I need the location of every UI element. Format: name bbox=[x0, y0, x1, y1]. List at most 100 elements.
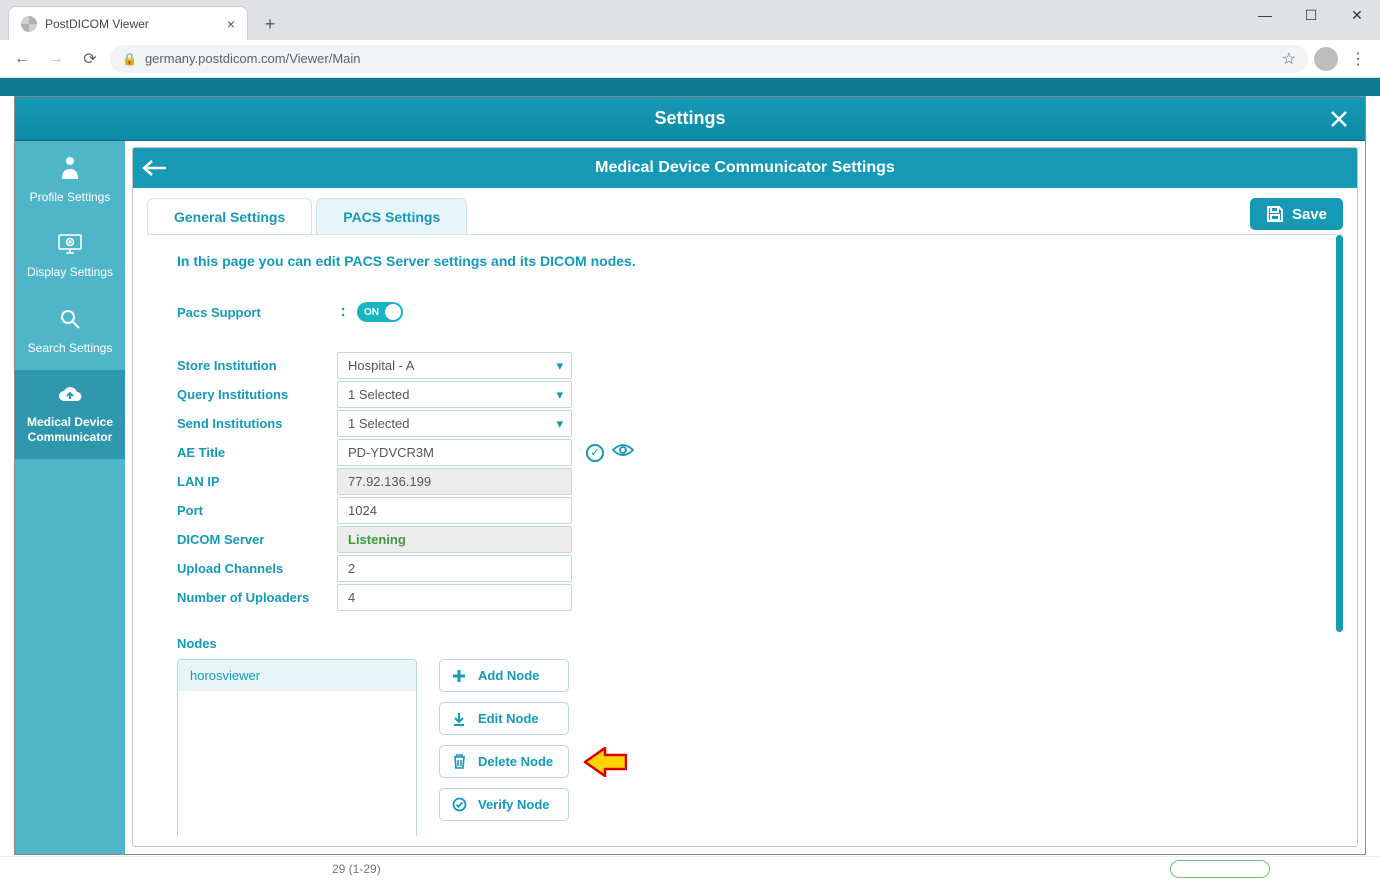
content-scrollbar[interactable] bbox=[1335, 235, 1343, 836]
field-label: Pacs Support bbox=[177, 305, 337, 320]
nodes-section: Nodes horosviewer Add Node bbox=[177, 636, 1303, 836]
button-label: Verify Node bbox=[478, 797, 550, 812]
panel-back-button[interactable] bbox=[133, 159, 177, 177]
tab-pacs-settings[interactable]: PACS Settings bbox=[316, 198, 467, 235]
browser-toolbar: ← → ⟳ 🔒 germany.postdicom.com/Viewer/Mai… bbox=[0, 40, 1380, 78]
ae-title-input[interactable]: PD-YDVCR3M bbox=[337, 439, 572, 466]
button-label: Delete Node bbox=[478, 754, 553, 769]
delete-node-button[interactable]: Delete Node bbox=[439, 745, 569, 778]
url-path: /Viewer/Main bbox=[286, 51, 361, 66]
forward-button[interactable]: → bbox=[42, 45, 70, 73]
field-label: Number of Uploaders bbox=[177, 590, 337, 605]
window-minimize-button[interactable]: — bbox=[1242, 0, 1288, 30]
browser-title-bar: PostDICOM Viewer × + — ☐ ✕ bbox=[0, 0, 1380, 40]
settings-modal-header: Settings bbox=[15, 97, 1365, 141]
bookmark-star-icon[interactable]: ☆ bbox=[1282, 49, 1296, 69]
new-tab-button[interactable]: + bbox=[256, 10, 284, 38]
panel-content: General Settings PACS Settings Save bbox=[133, 188, 1357, 846]
lan-ip-value: 77.92.136.199 bbox=[337, 468, 572, 495]
trash-icon bbox=[450, 754, 468, 769]
window-close-button[interactable]: ✕ bbox=[1334, 0, 1380, 30]
field-label: Port bbox=[177, 503, 337, 518]
settings-modal: Settings Profile Settings Display Settin… bbox=[14, 96, 1366, 855]
field-label: AE Title bbox=[177, 445, 337, 460]
person-icon bbox=[19, 155, 121, 186]
save-button[interactable]: Save bbox=[1250, 198, 1343, 230]
chevron-down-icon: ▾ bbox=[556, 387, 563, 403]
sidebar-item-search-settings[interactable]: Search Settings bbox=[15, 294, 125, 370]
settings-close-button[interactable] bbox=[1325, 105, 1353, 133]
store-institution-row: Store Institution Hospital - A ▾ bbox=[177, 351, 1303, 380]
pacs-support-toggle[interactable]: ON bbox=[357, 302, 403, 322]
sidebar-item-display-settings[interactable]: Display Settings bbox=[15, 219, 125, 295]
port-row: Port 1024 bbox=[177, 496, 1303, 525]
arrow-left-icon bbox=[142, 159, 168, 177]
query-institutions-select[interactable]: 1 Selected ▾ bbox=[337, 381, 572, 408]
button-label: Add Node bbox=[478, 668, 539, 683]
select-value: Hospital - A bbox=[348, 358, 414, 373]
tab-close-icon[interactable]: × bbox=[227, 16, 235, 32]
eye-icon[interactable] bbox=[612, 443, 634, 462]
scroll-content: In this page you can edit PACS Server se… bbox=[147, 235, 1333, 836]
sidebar-item-label: Display Settings bbox=[27, 265, 113, 279]
edit-node-button[interactable]: Edit Node bbox=[439, 702, 569, 735]
chevron-down-icon: ▾ bbox=[556, 358, 563, 374]
panel-title: Medical Device Communicator Settings bbox=[595, 159, 895, 177]
field-label: Upload Channels bbox=[177, 561, 337, 576]
input-value: 2 bbox=[348, 561, 355, 576]
pacs-support-row: Pacs Support : ON bbox=[177, 297, 1303, 327]
back-button[interactable]: ← bbox=[8, 45, 36, 73]
url-text: germany.postdicom.com/Viewer/Main bbox=[145, 51, 361, 66]
num-uploaders-input[interactable]: 4 bbox=[337, 584, 572, 611]
input-value: PD-YDVCR3M bbox=[348, 445, 434, 460]
sidebar-item-profile-settings[interactable]: Profile Settings bbox=[15, 141, 125, 219]
field-label: Store Institution bbox=[177, 358, 337, 373]
browser-menu-button[interactable]: ⋮ bbox=[1344, 45, 1372, 73]
item-count-text: 29 (1-29) bbox=[332, 862, 381, 876]
field-label: LAN IP bbox=[177, 474, 337, 489]
field-label: Send Institutions bbox=[177, 416, 337, 431]
tab-general-settings[interactable]: General Settings bbox=[147, 198, 312, 235]
panel-tabs: General Settings PACS Settings bbox=[147, 198, 471, 235]
toggle-knob bbox=[385, 304, 401, 320]
monitor-icon bbox=[19, 233, 121, 262]
node-item[interactable]: horosviewer bbox=[178, 660, 416, 691]
send-institutions-select[interactable]: 1 Selected ▾ bbox=[337, 410, 572, 437]
query-institutions-row: Query Institutions 1 Selected ▾ bbox=[177, 380, 1303, 409]
dicom-server-status: Listening bbox=[337, 526, 572, 553]
upload-channels-input[interactable]: 2 bbox=[337, 555, 572, 582]
save-icon bbox=[1266, 205, 1284, 223]
plus-icon bbox=[450, 669, 468, 683]
browser-tab[interactable]: PostDICOM Viewer × bbox=[8, 6, 248, 40]
sidebar-item-medical-device-communicator[interactable]: Medical Device Communicator bbox=[15, 370, 125, 460]
field-label: DICOM Server bbox=[177, 532, 337, 547]
browser-profile-button[interactable] bbox=[1314, 47, 1338, 71]
reload-button[interactable]: ⟳ bbox=[76, 45, 104, 73]
nodes-list[interactable]: horosviewer bbox=[177, 659, 417, 836]
store-institution-select[interactable]: Hospital - A ▾ bbox=[337, 352, 572, 379]
tab-title: PostDICOM Viewer bbox=[45, 17, 149, 31]
sidebar-item-label: Medical Device Communicator bbox=[27, 415, 113, 444]
intro-text: In this page you can edit PACS Server se… bbox=[177, 253, 1303, 269]
nodes-label: Nodes bbox=[177, 636, 1303, 651]
status-text: Listening bbox=[348, 532, 406, 547]
input-value: 1024 bbox=[348, 503, 377, 518]
url-host: germany.postdicom.com bbox=[145, 51, 286, 66]
select-value: 1 Selected bbox=[348, 416, 409, 431]
scrollbar-thumb[interactable] bbox=[1336, 235, 1343, 632]
readonly-text: 77.92.136.199 bbox=[348, 474, 431, 489]
input-value: 4 bbox=[348, 590, 355, 605]
field-label: Query Institutions bbox=[177, 387, 337, 402]
add-node-button[interactable]: Add Node bbox=[439, 659, 569, 692]
magnifier-icon bbox=[19, 308, 121, 337]
window-maximize-button[interactable]: ☐ bbox=[1288, 0, 1334, 30]
panel-header: Medical Device Communicator Settings bbox=[133, 148, 1357, 188]
verify-node-button[interactable]: Verify Node bbox=[439, 788, 569, 821]
check-circle-icon bbox=[450, 797, 468, 812]
port-input[interactable]: 1024 bbox=[337, 497, 572, 524]
toggle-label: ON bbox=[364, 307, 379, 318]
background-button bbox=[1170, 860, 1270, 878]
url-bar[interactable]: 🔒 germany.postdicom.com/Viewer/Main ☆ bbox=[110, 45, 1308, 73]
validate-icon[interactable]: ✓ bbox=[586, 444, 604, 462]
chevron-down-icon: ▾ bbox=[556, 416, 563, 432]
